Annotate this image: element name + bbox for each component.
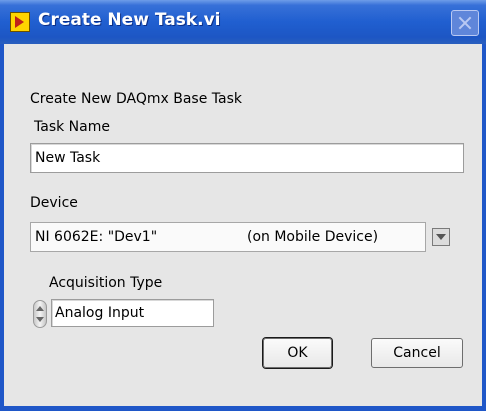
acquisition-type-value[interactable]: Analog Input — [51, 299, 214, 327]
dialog-heading: Create New DAQmx Base Task — [30, 91, 242, 107]
ok-button[interactable]: OK — [263, 338, 332, 368]
window-frame-left — [0, 44, 4, 411]
device-ring[interactable]: NI 6062E: "Dev1" (on Mobile Device) — [30, 222, 426, 252]
task-name-label: Task Name — [34, 119, 110, 135]
acquisition-type-spinner[interactable] — [33, 300, 47, 328]
spin-down-icon — [36, 317, 44, 322]
chevron-down-icon — [436, 234, 446, 240]
window-title: Create New Task.vi — [38, 10, 221, 30]
device-label: Device — [30, 195, 78, 211]
labview-vi-icon — [10, 12, 30, 32]
device-name: NI 6062E: "Dev1" — [35, 229, 158, 245]
device-dropdown-button[interactable] — [432, 228, 450, 246]
close-button[interactable] — [451, 10, 479, 36]
cancel-button[interactable]: Cancel — [371, 338, 463, 368]
window-frame-bottom — [0, 406, 486, 411]
spin-up-icon — [36, 306, 44, 311]
acquisition-type-label: Acquisition Type — [49, 275, 163, 291]
dialog-window: Create New Task.vi Create New DAQmx Base… — [0, 0, 486, 411]
window-frame-right — [482, 44, 486, 411]
device-location: (on Mobile Device) — [247, 229, 379, 245]
title-bar[interactable]: Create New Task.vi — [0, 0, 486, 44]
task-name-input[interactable]: New Task — [30, 143, 464, 173]
